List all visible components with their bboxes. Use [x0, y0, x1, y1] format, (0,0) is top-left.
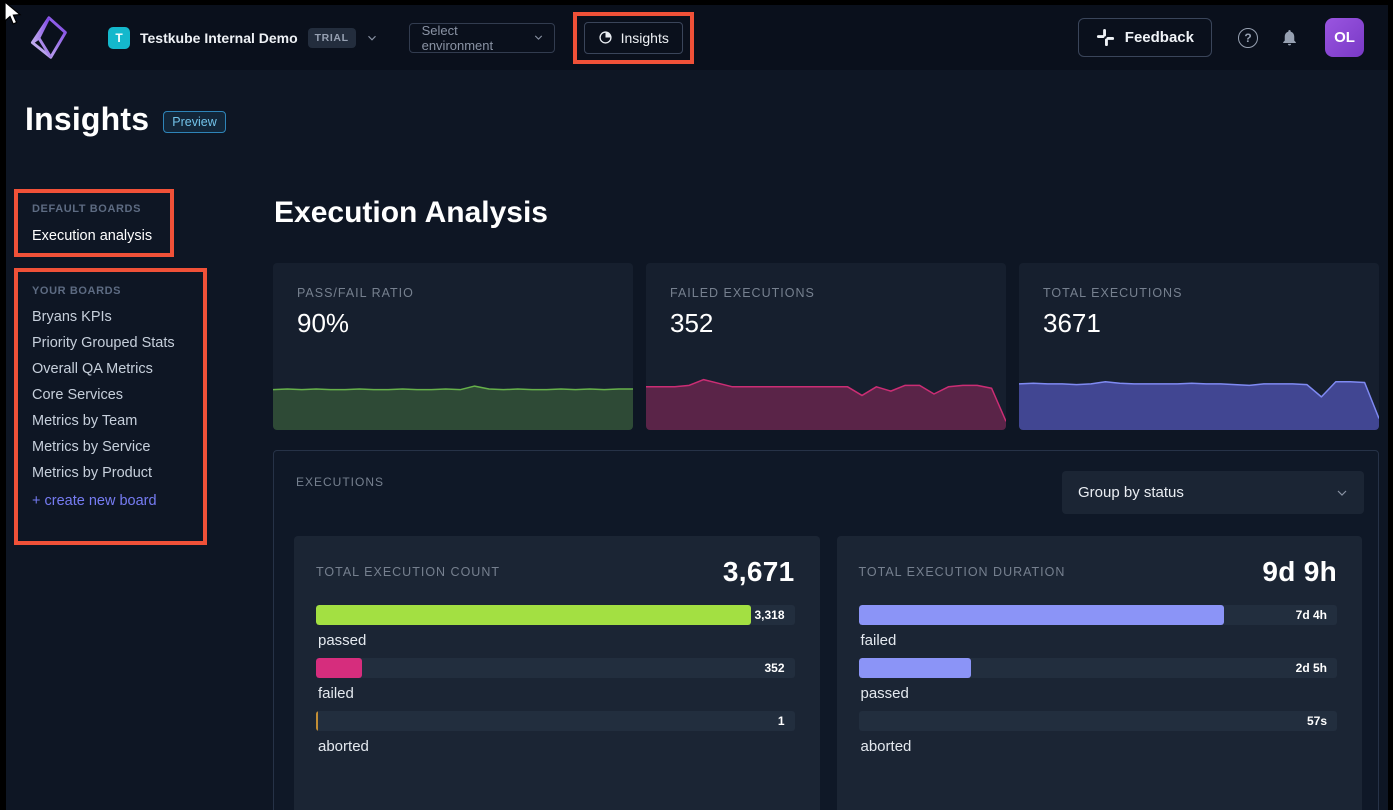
mouse-cursor	[2, 1, 24, 27]
bar-label: aborted	[318, 738, 795, 755]
stat-card-total-executions: TOTAL EXECUTIONS 3671	[1019, 263, 1379, 430]
sidebar-item-execution-analysis[interactable]: Execution analysis	[32, 228, 170, 244]
your-boards-list: Bryans KPIs Priority Grouped Stats Overa…	[32, 304, 203, 486]
sidebar-item-board[interactable]: Metrics by Service	[32, 434, 203, 460]
top-navbar: T Testkube Internal Demo TRIAL Select en…	[6, 5, 1388, 70]
bar-label: passed	[861, 685, 1338, 702]
notifications-bell-icon[interactable]	[1280, 28, 1299, 47]
bar-value: 7d 4h	[1296, 605, 1327, 625]
help-glyph: ?	[1244, 31, 1251, 45]
preview-badge: Preview	[163, 111, 225, 133]
sparkline-chart	[646, 358, 1006, 430]
app-window: T Testkube Internal Demo TRIAL Select en…	[6, 5, 1388, 810]
sidebar-item-board[interactable]: Metrics by Team	[32, 408, 203, 434]
slack-icon	[1096, 28, 1115, 47]
org-selector[interactable]: T Testkube Internal Demo TRIAL	[108, 27, 379, 49]
insights-nav-button[interactable]: Insights	[584, 22, 683, 54]
environment-select-value: Select environment	[422, 23, 523, 53]
stat-card-value: 3671	[1043, 308, 1101, 339]
pie-chart-icon	[598, 30, 613, 45]
stat-card-failed-executions: FAILED EXECUTIONS 352	[646, 263, 1006, 430]
sparkline-chart	[273, 358, 633, 430]
bar-fill-failed	[316, 658, 362, 678]
bar-fill-failed	[859, 605, 1225, 625]
bar-track: 3,318	[316, 605, 795, 625]
total-execution-duration-card: TOTAL EXECUTION DURATION 9d 9h 7d 4h fai…	[837, 536, 1363, 810]
board-heading: Execution Analysis	[274, 196, 548, 230]
org-avatar: T	[108, 27, 130, 49]
sidebar-item-board[interactable]: Priority Grouped Stats	[32, 330, 203, 356]
annotation-box-default-boards: DEFAULT BOARDS Execution analysis	[14, 189, 174, 257]
stat-card-value: 352	[670, 308, 713, 339]
bar-value: 57s	[1307, 711, 1327, 731]
sidebar-item-board[interactable]: Bryans KPIs	[32, 304, 203, 330]
bar-value: 2d 5h	[1296, 658, 1327, 678]
bar-label: passed	[318, 632, 795, 649]
chevron-down-icon	[365, 31, 379, 45]
bar-track: 57s	[859, 711, 1338, 731]
card-total-value: 3,671	[723, 556, 795, 588]
card-label: TOTAL EXECUTION COUNT	[316, 565, 500, 579]
chevron-down-icon	[532, 31, 545, 44]
group-by-status-select[interactable]: Group by status	[1062, 471, 1364, 514]
stat-card-label: PASS/FAIL RATIO	[297, 286, 414, 300]
bar-value: 352	[764, 658, 784, 678]
stat-card-label: FAILED EXECUTIONS	[670, 286, 815, 300]
bar-fill-passed	[316, 605, 751, 625]
bar-track: 2d 5h	[859, 658, 1338, 678]
sidebar-item-board[interactable]: Core Services	[32, 382, 203, 408]
testkube-logo-icon[interactable]	[26, 14, 70, 62]
stat-cards-row: PASS/FAIL RATIO 90% FAILED EXECUTIONS 35…	[273, 263, 1379, 430]
feedback-button-label: Feedback	[1125, 29, 1194, 46]
annotation-box-insights: Insights	[573, 12, 694, 64]
create-new-board-link[interactable]: + create new board	[32, 493, 203, 509]
page-title: Insights	[25, 101, 149, 138]
trial-badge: TRIAL	[308, 28, 356, 48]
your-boards-heading: YOUR BOARDS	[32, 285, 203, 297]
feedback-button[interactable]: Feedback	[1078, 18, 1212, 57]
sidebar-item-board[interactable]: Overall QA Metrics	[32, 356, 203, 382]
stat-card-label: TOTAL EXECUTIONS	[1043, 286, 1182, 300]
bar-chart: 7d 4h failed 2d 5h passed 57s aborted	[859, 605, 1338, 755]
page-head: Insights Preview	[25, 101, 226, 138]
bar-label: failed	[318, 685, 795, 702]
org-name: Testkube Internal Demo	[140, 30, 298, 46]
card-label: TOTAL EXECUTION DURATION	[859, 565, 1066, 579]
group-by-status-value: Group by status	[1078, 484, 1184, 501]
insights-button-label: Insights	[621, 30, 669, 46]
bar-track: 352	[316, 658, 795, 678]
help-icon[interactable]: ?	[1238, 28, 1258, 48]
executions-panel: EXECUTIONS Group by status TOTAL EXECUTI…	[273, 450, 1379, 810]
stat-card-pass-fail-ratio: PASS/FAIL RATIO 90%	[273, 263, 633, 430]
bar-fill-aborted	[316, 711, 318, 731]
bar-label: aborted	[861, 738, 1338, 755]
environment-select[interactable]: Select environment	[409, 23, 555, 53]
sidebar-item-board[interactable]: Metrics by Product	[32, 460, 203, 486]
total-execution-count-card: TOTAL EXECUTION COUNT 3,671 3,318 passed…	[294, 536, 820, 810]
executions-sub-cards: TOTAL EXECUTION COUNT 3,671 3,318 passed…	[294, 536, 1362, 810]
bar-track: 1	[316, 711, 795, 731]
bar-value: 3,318	[754, 605, 784, 625]
sparkline-chart	[1019, 358, 1379, 430]
stat-card-value: 90%	[297, 308, 349, 339]
bar-value: 1	[778, 711, 785, 731]
bar-track: 7d 4h	[859, 605, 1338, 625]
executions-panel-label: EXECUTIONS	[296, 475, 384, 489]
bar-chart: 3,318 passed 352 failed 1 aborted	[316, 605, 795, 755]
bar-label: failed	[861, 632, 1338, 649]
bar-fill-passed	[859, 658, 972, 678]
default-boards-heading: DEFAULT BOARDS	[32, 203, 170, 215]
card-total-value: 9d 9h	[1262, 556, 1337, 588]
chevron-down-icon	[1334, 485, 1350, 501]
annotation-box-your-boards: YOUR BOARDS Bryans KPIs Priority Grouped…	[14, 268, 207, 545]
user-avatar[interactable]: OL	[1325, 18, 1364, 57]
